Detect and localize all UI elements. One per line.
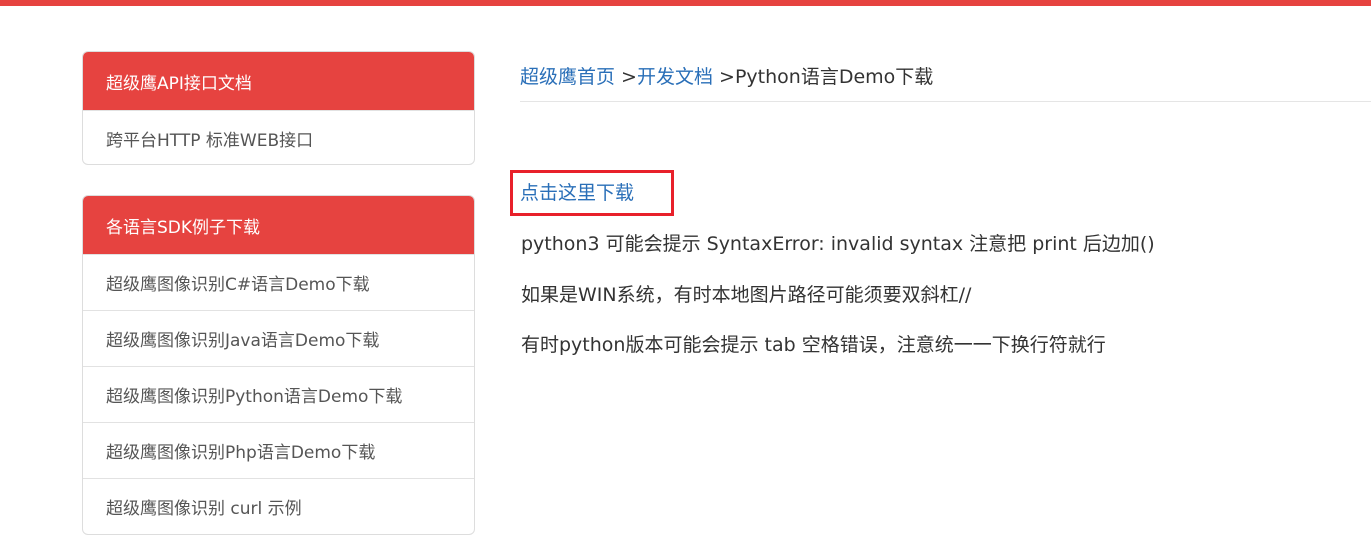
sdk-download-panel: 各语言SDK例子下载 超级鹰图像识别C#语言Demo下载 超级鹰图像识别Java… <box>82 195 475 535</box>
sidebar-item-http-web-api[interactable]: 跨平台HTTP 标准WEB接口 <box>83 110 474 164</box>
api-docs-panel: 超级鹰API接口文档 跨平台HTTP 标准WEB接口 <box>82 51 475 165</box>
breadcrumb-separator: > <box>615 66 637 88</box>
breadcrumb-docs-link[interactable]: 开发文档 <box>637 66 713 88</box>
breadcrumb-home-link[interactable]: 超级鹰首页 <box>520 66 615 88</box>
note-windows-path: 如果是WIN系统，有时本地图片路径可能须要双斜杠// <box>521 284 972 306</box>
sidebar-item-curl-example[interactable]: 超级鹰图像识别 curl 示例 <box>83 478 474 534</box>
sdk-download-panel-title: 各语言SDK例子下载 <box>83 196 474 254</box>
sidebar-item-java-demo[interactable]: 超级鹰图像识别Java语言Demo下载 <box>83 310 474 366</box>
breadcrumb: 超级鹰首页 >开发文档 >Python语言Demo下载 <box>520 62 1371 102</box>
sidebar-item-php-demo[interactable]: 超级鹰图像识别Php语言Demo下载 <box>83 422 474 478</box>
api-docs-panel-title: 超级鹰API接口文档 <box>83 52 474 110</box>
top-accent-bar <box>0 0 1371 6</box>
sidebar-item-csharp-demo[interactable]: 超级鹰图像识别C#语言Demo下载 <box>83 254 474 310</box>
note-python3-syntax: python3 可能会提示 SyntaxError: invalid synta… <box>521 233 1155 255</box>
note-tab-space: 有时python版本可能会提示 tab 空格错误，注意统一一下换行符就行 <box>521 334 1106 356</box>
breadcrumb-separator: > <box>713 66 735 88</box>
download-link[interactable]: 点击这里下载 <box>520 178 634 205</box>
sidebar-item-python-demo[interactable]: 超级鹰图像识别Python语言Demo下载 <box>83 366 474 422</box>
breadcrumb-current-page: Python语言Demo下载 <box>734 66 934 88</box>
